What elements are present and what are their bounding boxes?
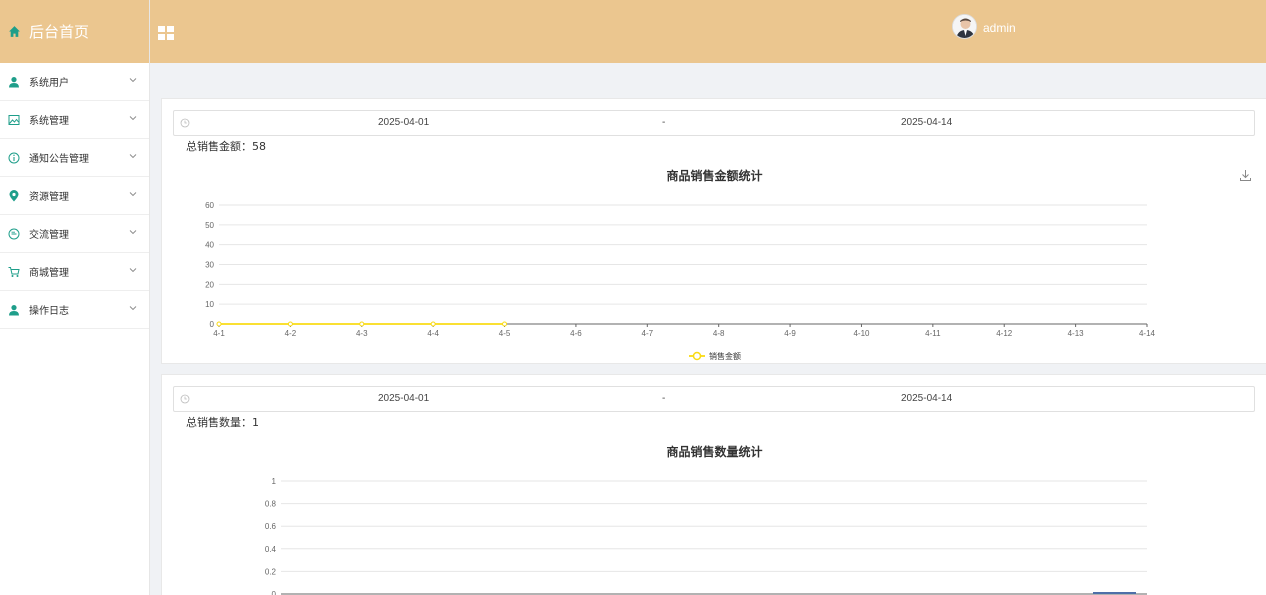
start-date[interactable]: 2025-04-01 [378, 393, 429, 404]
range-separator: - [662, 117, 666, 128]
chevron-down-icon[interactable] [129, 228, 137, 236]
data-point [502, 321, 508, 327]
download-icon[interactable] [1239, 169, 1252, 182]
info-icon [8, 152, 20, 163]
clock-icon [180, 118, 190, 128]
sales-quantity-panel: 2025-04-01 - 2025-04-14 总销售数量：1 商品销售数量统计… [161, 374, 1266, 595]
sidebar-item-label: 商城管理 [29, 268, 69, 279]
y-tick-label: 0.2 [265, 567, 277, 576]
sidebar-item[interactable]: 系统用户 [0, 63, 149, 101]
y-tick-label: 1 [272, 477, 277, 486]
chevron-down-icon[interactable] [129, 76, 137, 84]
x-tick-label: 4-9 [784, 329, 796, 338]
data-point [216, 321, 222, 327]
x-tick-label: 4-6 [570, 329, 582, 338]
sidebar-item[interactable]: 交流管理 [0, 215, 149, 253]
sidebar-item-label: 系统管理 [29, 116, 69, 127]
sidebar-menu: 系统用户系统管理通知公告管理 资源管理交流管理商城管理操作日志 [0, 63, 149, 329]
home-icon [9, 26, 20, 37]
y-tick-label: 20 [205, 280, 214, 289]
x-tick-label: 4-11 [925, 329, 941, 338]
x-tick-label: 4-13 [1068, 329, 1085, 338]
chart-title: 商品销售数量统计 [666, 445, 763, 459]
x-tick-label: 4-14 [1139, 329, 1156, 338]
chevron-down-icon[interactable] [129, 304, 137, 312]
y-tick-label: 30 [205, 261, 214, 270]
sidebar-item[interactable]: 通知公告管理 [0, 139, 149, 177]
y-tick-label: 0.4 [265, 545, 277, 554]
chevron-down-icon[interactable] [129, 152, 137, 160]
sales-quantity-bar-chart: 0 0.2 0.4 0.6 0.8 1 [265, 477, 1147, 595]
username[interactable]: admin [983, 21, 1016, 35]
x-tick-label: 4-3 [356, 329, 368, 338]
brand-home-link[interactable]: 后台首页 [0, 0, 149, 63]
sidebar-item[interactable]: 操作日志 [0, 291, 149, 329]
chat-icon [8, 228, 20, 239]
sidebar-item[interactable]: 资源管理 [0, 177, 149, 215]
y-tick-label: 0.8 [265, 500, 277, 509]
avatar[interactable] [952, 14, 977, 39]
topbar: admin [150, 0, 1266, 63]
data-point [359, 321, 365, 327]
bar [1093, 592, 1136, 594]
x-tick-label: 4-2 [285, 329, 297, 338]
sales-amount-panel: 2025-04-01 - 2025-04-14 总销售金额：58 商品销售金额统… [161, 98, 1266, 364]
sidebar-item-label: 通知公告管理 [29, 154, 89, 165]
cart-icon [8, 266, 20, 277]
location-pin-icon [9, 189, 19, 201]
legend-label: 销售金额 [709, 351, 741, 361]
sidebar-item[interactable]: 系统管理 [0, 101, 149, 139]
menu-toggle-grid-icon[interactable] [158, 26, 174, 41]
date-range-picker[interactable]: 2025-04-01 - 2025-04-14 [173, 386, 1255, 412]
avatar-person-icon [953, 15, 976, 38]
y-tick-label: 60 [205, 201, 214, 210]
y-tick-label: 40 [205, 241, 214, 250]
end-date[interactable]: 2025-04-14 [901, 117, 952, 128]
sidebar-item-label: 交流管理 [29, 230, 69, 241]
x-tick-label: 4-10 [853, 329, 870, 338]
y-tick-label: 0.6 [265, 522, 277, 531]
range-separator: - [662, 393, 666, 404]
y-tick-label: 10 [205, 300, 214, 309]
brand-title: 后台首页 [29, 23, 90, 41]
x-tick-label: 4-1 [213, 329, 225, 338]
x-tick-label: 4-8 [713, 329, 725, 338]
x-tick-label: 4-4 [427, 329, 439, 338]
start-date[interactable]: 2025-04-01 [378, 117, 429, 128]
chevron-down-icon[interactable] [129, 190, 137, 198]
sidebar: 后台首页 系统用户系统管理通知公告管理 资源管理交流管理商城管理操作日志 [0, 0, 150, 595]
chevron-down-icon[interactable] [129, 114, 137, 122]
clock-icon [180, 394, 190, 404]
sales-amount-line-chart: 0 10 20 30 40 50 60 4-1 4-2 4-3 4-4 4-5 4-6 4-7 4-8 4-9… [205, 201, 1156, 361]
app-root: 后台首页 系统用户系统管理通知公告管理 资源管理交流管理商城管理操作日志 admi… [0, 0, 1266, 595]
total-sales-amount: 总销售金额：58 [186, 140, 266, 153]
sidebar-item-label: 资源管理 [29, 192, 69, 203]
data-point [430, 321, 436, 327]
user-icon [9, 304, 19, 315]
date-range-picker[interactable]: 2025-04-01 - 2025-04-14 [173, 110, 1255, 136]
sidebar-item[interactable]: 商城管理 [0, 253, 149, 291]
y-tick-label: 0 [210, 320, 215, 329]
x-tick-label: 4-5 [499, 329, 511, 338]
sidebar-item-label: 系统用户 [29, 78, 69, 89]
user-icon [9, 76, 19, 87]
end-date[interactable]: 2025-04-14 [901, 393, 952, 404]
image-icon [8, 114, 20, 125]
y-tick-label: 50 [205, 221, 214, 230]
x-tick-label: 4-7 [642, 329, 654, 338]
data-point [287, 321, 293, 327]
y-tick-label: 0 [272, 590, 277, 595]
sidebar-item-label: 操作日志 [29, 306, 69, 317]
x-tick-label: 4-12 [996, 329, 1013, 338]
chevron-down-icon[interactable] [129, 266, 137, 274]
legend-marker [692, 351, 702, 361]
total-sales-quantity: 总销售数量：1 [186, 416, 259, 429]
chart-title: 商品销售金额统计 [666, 169, 763, 183]
